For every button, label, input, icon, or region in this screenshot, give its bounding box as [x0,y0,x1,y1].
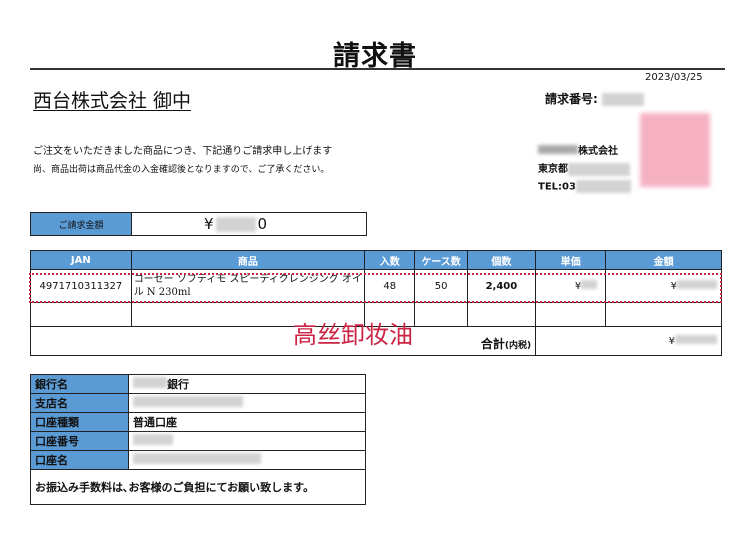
bank-name-redacted [133,377,167,388]
branch-redacted [133,396,243,407]
title-underline [30,68,725,70]
invoice-number-label: 請求番号: [545,92,598,106]
recipient-name: 西台株式会社 御中 [33,90,192,112]
invoice-number-redacted [602,93,644,106]
intro-line-2: 尚、商品出荷は商品代金の入金確認後となりますので、ご了承ください。 [33,165,330,175]
annotation-chinese: 高丝卸妆油 [293,321,413,349]
amount-redacted [215,216,256,232]
total-note: (内税) [504,341,532,351]
total-value: ¥ [535,326,722,356]
bank-table: 銀行名 銀行 支店名 口座種類 普通口座 口座番号 口座名 お振込み手数料は､お… [30,374,366,505]
total-redacted [675,335,717,344]
issue-date: 2023/03/25 [645,72,703,83]
total-label: 合計 [480,337,505,351]
issuer-company: 株式会社 [538,142,618,157]
header-product: 商品 [130,250,366,270]
header-cases: ケース数 [414,250,468,270]
header-jan: JAN [30,250,132,270]
account-number-redacted [133,434,173,445]
account-name-label: 口座名 [30,450,129,470]
issuer-address: 東京都 [538,160,630,176]
issuer-tel-redacted [575,180,631,193]
amount-value: ¥0 [204,215,268,233]
header-unit-price: 単価 [535,250,607,270]
amount-label: ご請求金額 [31,213,132,235]
bank-row-name: 銀行名 銀行 [30,374,366,394]
amount-box: ご請求金額 ¥0 [30,212,367,236]
bank-row-type: 口座種類 普通口座 [30,412,366,432]
header-amount: 金額 [605,250,722,270]
bank-name-label: 銀行名 [30,374,129,394]
account-number-value [128,431,366,451]
account-number-label: 口座番号 [30,431,129,451]
account-type-label: 口座種類 [30,412,129,432]
account-type-value: 普通口座 [128,412,366,432]
issuer-tel: TEL:03 [538,180,631,193]
issuer-address-redacted [568,162,630,176]
table-header-row: JAN 商品 入数 ケース数 個数 単価 金額 [30,250,722,270]
bank-row-holder: 口座名 [30,450,366,470]
issuer-company-redacted [538,145,578,154]
bank-row-number: 口座番号 [30,431,366,451]
header-irisu: 入数 [364,250,416,270]
transfer-fee-note: お振込み手数料は､お客様のご負担にてお願い致します。 [30,469,366,505]
invoice-number: 請求番号: [545,90,644,107]
bank-row-note: お振込み手数料は､お客様のご負担にてお願い致します。 [30,469,366,505]
bank-row-branch: 支店名 [30,393,366,413]
account-name-redacted [133,453,261,464]
header-qty: 個数 [466,250,537,270]
company-seal-stamp [640,113,710,187]
row-highlight-dotted [29,273,722,303]
intro-line-1: ご注文をいただきました商品につき、下記通りご請求申し上げます [33,146,333,157]
bank-name-value: 銀行 [128,374,366,394]
branch-label: 支店名 [30,393,129,413]
account-name-value [128,450,366,470]
branch-value [128,393,366,413]
